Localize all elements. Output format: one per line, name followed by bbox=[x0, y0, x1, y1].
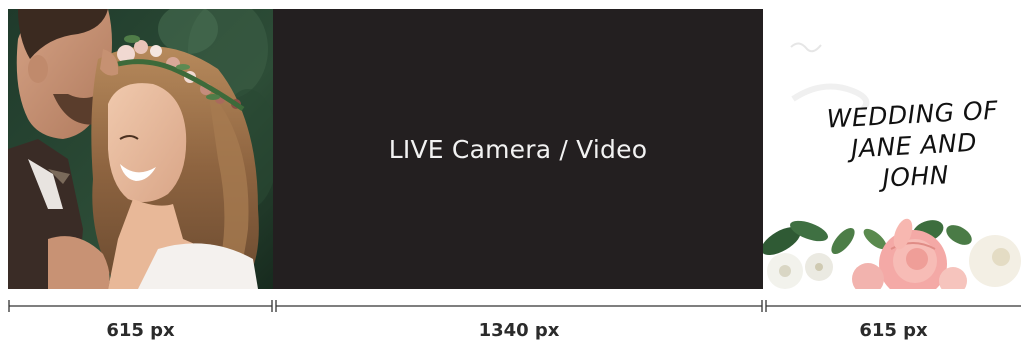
right-card-panel: WEDDING OF JANE AND JOHN bbox=[763, 9, 1022, 289]
video-layout-stage: LIVE Camera / Video WEDDING OF JANE AND … bbox=[8, 9, 1022, 289]
wedding-title-line-2: JANE AND JOHN bbox=[850, 127, 978, 193]
couple-photo-image bbox=[8, 9, 273, 289]
left-photo-panel bbox=[8, 9, 273, 289]
center-width-label: 1340 px bbox=[478, 320, 560, 341]
live-video-label: LIVE Camera / Video bbox=[388, 134, 648, 164]
left-width-label: 615 px bbox=[106, 320, 175, 341]
live-video-panel: LIVE Camera / Video bbox=[273, 9, 763, 289]
wedding-card-title: WEDDING OF JANE AND JOHN bbox=[817, 94, 1012, 197]
dimension-annotations: 615 px 1340 px 615 px bbox=[8, 296, 1022, 342]
dimension-lines bbox=[8, 300, 1021, 312]
right-width-label: 615 px bbox=[859, 320, 928, 341]
